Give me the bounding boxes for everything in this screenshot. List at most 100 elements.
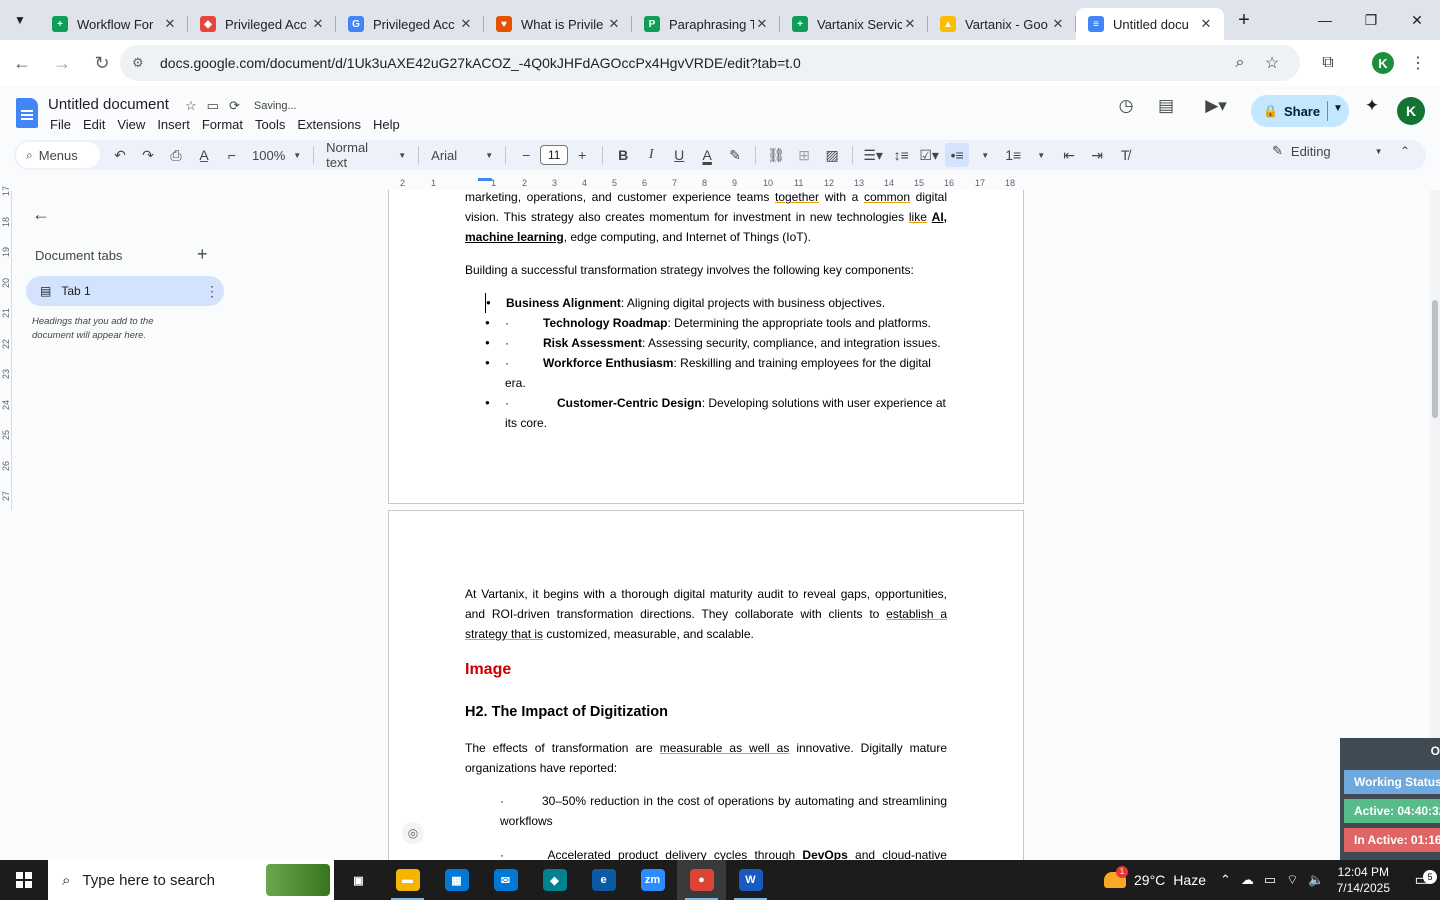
text-color-icon[interactable]: A xyxy=(695,143,719,167)
menu-help[interactable]: Help xyxy=(373,117,408,132)
numbered-list-icon[interactable]: 1≡ xyxy=(1001,143,1025,167)
browser-tab-4[interactable]: ♥ What is Privile ✕ xyxy=(484,8,632,40)
indent-marker-icon[interactable] xyxy=(478,178,492,181)
taskbar-app-chrome[interactable]: ● xyxy=(677,860,726,900)
document-page-1[interactable]: marketing, operations, and customer expe… xyxy=(388,190,1024,504)
style-dropdown[interactable]: Normal text ▼ xyxy=(320,140,412,170)
highlight-color-icon[interactable]: ✎ xyxy=(723,143,747,167)
line-spacing-icon[interactable]: ↕≡ xyxy=(889,143,913,167)
browser-tab-1[interactable]: + Workflow For ✕ xyxy=(40,8,188,40)
cloud-icon[interactable]: ☁ xyxy=(1241,872,1254,888)
grammar-suggestion[interactable]: together xyxy=(775,190,819,204)
undo-icon[interactable]: ↶ xyxy=(108,143,132,167)
list-item[interactable]: ● · Workforce Enthusiasm: Reskilling and t… xyxy=(485,353,947,393)
taskbar-app-mail[interactable]: ✉ xyxy=(481,860,530,900)
intro-paragraph[interactable]: marketing, operations, and customer expe… xyxy=(465,190,947,247)
close-tab-icon[interactable]: ✕ xyxy=(1050,16,1066,32)
weather-widget[interactable]: 1 29°C Haze xyxy=(1104,866,1206,888)
decrease-indent-icon[interactable]: ⇤ xyxy=(1057,143,1081,167)
taskbar-search-input[interactable]: ⌕ Type here to search xyxy=(48,860,334,900)
fingerprint-icon[interactable]: ◎ xyxy=(402,822,424,844)
bold-icon[interactable]: B xyxy=(611,143,635,167)
taskbar-app-app-blue[interactable]: ◆ xyxy=(530,860,579,900)
tab-options-icon[interactable]: ⋮ xyxy=(200,283,224,300)
scrollbar-thumb[interactable] xyxy=(1432,300,1438,418)
redo-icon[interactable]: ↷ xyxy=(136,143,160,167)
add-tab-icon[interactable]: + xyxy=(197,244,208,265)
browser-menu-icon[interactable]: ⋮ xyxy=(1404,49,1432,77)
grammar-suggestion[interactable]: like xyxy=(909,210,927,224)
font-size-input[interactable]: 11 xyxy=(540,145,569,165)
meet-video-icon[interactable]: ▶▾ xyxy=(1198,96,1234,116)
zoom-magnifier-icon[interactable]: ⌕ xyxy=(1224,54,1256,72)
paint-format-icon[interactable]: ⌐ xyxy=(220,143,244,167)
components-bullet-list[interactable]: ● Business Alignment: Aligning digital pr… xyxy=(485,293,947,433)
close-tab-icon[interactable]: ✕ xyxy=(310,16,326,32)
numbered-options-chevron-icon[interactable]: ▼ xyxy=(1029,143,1053,167)
clock[interactable]: 12:04 PM 7/14/2025 xyxy=(1337,864,1390,896)
network-icon[interactable]: ▭ xyxy=(1264,872,1276,888)
clear-formatting-icon[interactable]: T̸ xyxy=(1113,143,1137,167)
checklist-icon[interactable]: ☑▾ xyxy=(917,143,941,167)
taskbar-app-store[interactable]: ▦ xyxy=(432,860,481,900)
reload-icon[interactable]: ↻ xyxy=(84,45,120,81)
menu-edit[interactable]: Edit xyxy=(83,117,113,132)
wifi-icon[interactable]: ⌔ xyxy=(1286,872,1298,888)
list-item[interactable]: ● · Customer-Centric Design: Developing so… xyxy=(485,393,947,433)
star-icon[interactable]: ☆ xyxy=(185,98,197,114)
increase-font-size-icon[interactable]: + xyxy=(570,143,594,167)
decrease-font-size-icon[interactable]: − xyxy=(514,143,538,167)
underline-icon[interactable]: U xyxy=(667,143,691,167)
editing-mode-dropdown[interactable]: ✎ Editing ▼ xyxy=(1272,143,1383,159)
list-item[interactable]: ● · Technology Roadmap: Determining the ap… xyxy=(485,313,947,333)
horizontal-ruler[interactable]: 2 1 1 2 3 4 5 6 7 8 9 10 11 12 13 14 15 16 17 18 xyxy=(388,178,1024,190)
close-window-icon[interactable]: ✕ xyxy=(1394,0,1440,40)
document-title[interactable]: Untitled document xyxy=(48,96,169,113)
close-tab-icon[interactable]: ✕ xyxy=(606,16,622,32)
components-paragraph[interactable]: Building a successful transformation str… xyxy=(465,260,947,280)
taskbar-app-zoom[interactable]: zm xyxy=(628,860,677,900)
browser-tab-3[interactable]: G Privileged Acc ✕ xyxy=(336,8,484,40)
back-icon[interactable]: ← xyxy=(4,45,40,81)
forward-icon[interactable]: → xyxy=(44,45,80,81)
document-page-2[interactable]: At Vartanix, it begins with a thorough d… xyxy=(388,510,1024,860)
taskbar-app-edge[interactable]: e xyxy=(579,860,628,900)
font-dropdown[interactable]: Arial ▼ xyxy=(425,148,499,163)
sidebar-item-tab-1[interactable]: ▤ Tab 1 ⋮ xyxy=(26,276,224,306)
volume-icon[interactable]: 🔈 xyxy=(1308,872,1324,888)
increase-indent-icon[interactable]: ⇥ xyxy=(1085,143,1109,167)
grammar-suggestion[interactable]: common xyxy=(864,190,910,204)
user-avatar[interactable]: K xyxy=(1397,97,1425,125)
taskbar-app-word[interactable]: W xyxy=(726,860,775,900)
close-tab-icon[interactable]: ✕ xyxy=(458,16,474,32)
close-tab-icon[interactable]: ✕ xyxy=(902,16,918,32)
tab-search-chevron-icon[interactable]: ▼ xyxy=(0,0,40,40)
chevron-up-icon[interactable]: ⌃ xyxy=(1220,872,1231,888)
profile-avatar[interactable]: K xyxy=(1369,49,1397,77)
list-item[interactable]: · Accelerated product delivery cycles th… xyxy=(500,845,947,860)
minimize-icon[interactable]: — xyxy=(1302,0,1348,40)
start-button[interactable] xyxy=(0,860,48,900)
notifications-icon[interactable]: ▭ 5 xyxy=(1404,870,1440,890)
browser-tab-7[interactable]: ▲ Vartanix - Goo ✕ xyxy=(928,8,1076,40)
menu-format[interactable]: Format xyxy=(202,117,251,132)
insert-image-icon[interactable]: ▨ xyxy=(820,143,844,167)
spellcheck-icon[interactable]: A̲ xyxy=(192,143,216,167)
italic-icon[interactable]: I xyxy=(639,143,663,167)
close-sidebar-arrow-icon[interactable]: ← xyxy=(32,204,50,225)
list-item[interactable]: · 30–50% reduction in the cost of operat… xyxy=(500,791,947,831)
browser-tab-2[interactable]: ◆ Privileged Acc ✕ xyxy=(188,8,336,40)
menu-insert[interactable]: Insert xyxy=(157,117,198,132)
close-tab-icon[interactable]: ✕ xyxy=(162,16,178,32)
menu-file[interactable]: File xyxy=(50,117,79,132)
browser-tab-6[interactable]: + Vartanix Servic ✕ xyxy=(780,8,928,40)
site-info-icon[interactable]: ⚙ xyxy=(132,55,154,71)
taskbar-app-task-view[interactable]: ▣ xyxy=(334,860,383,900)
print-icon[interactable]: ⎙ xyxy=(164,143,188,167)
gemini-sparkle-icon[interactable]: ✦ xyxy=(1360,96,1384,116)
share-dropdown-icon[interactable]: ▼ xyxy=(1333,103,1343,114)
comments-icon[interactable]: ▤ xyxy=(1154,96,1178,116)
list-item[interactable]: ● · Risk Assessment: Assessing security, c… xyxy=(485,333,947,353)
menu-tools[interactable]: Tools xyxy=(255,117,293,132)
devops-link[interactable]: DevOps xyxy=(802,848,847,860)
